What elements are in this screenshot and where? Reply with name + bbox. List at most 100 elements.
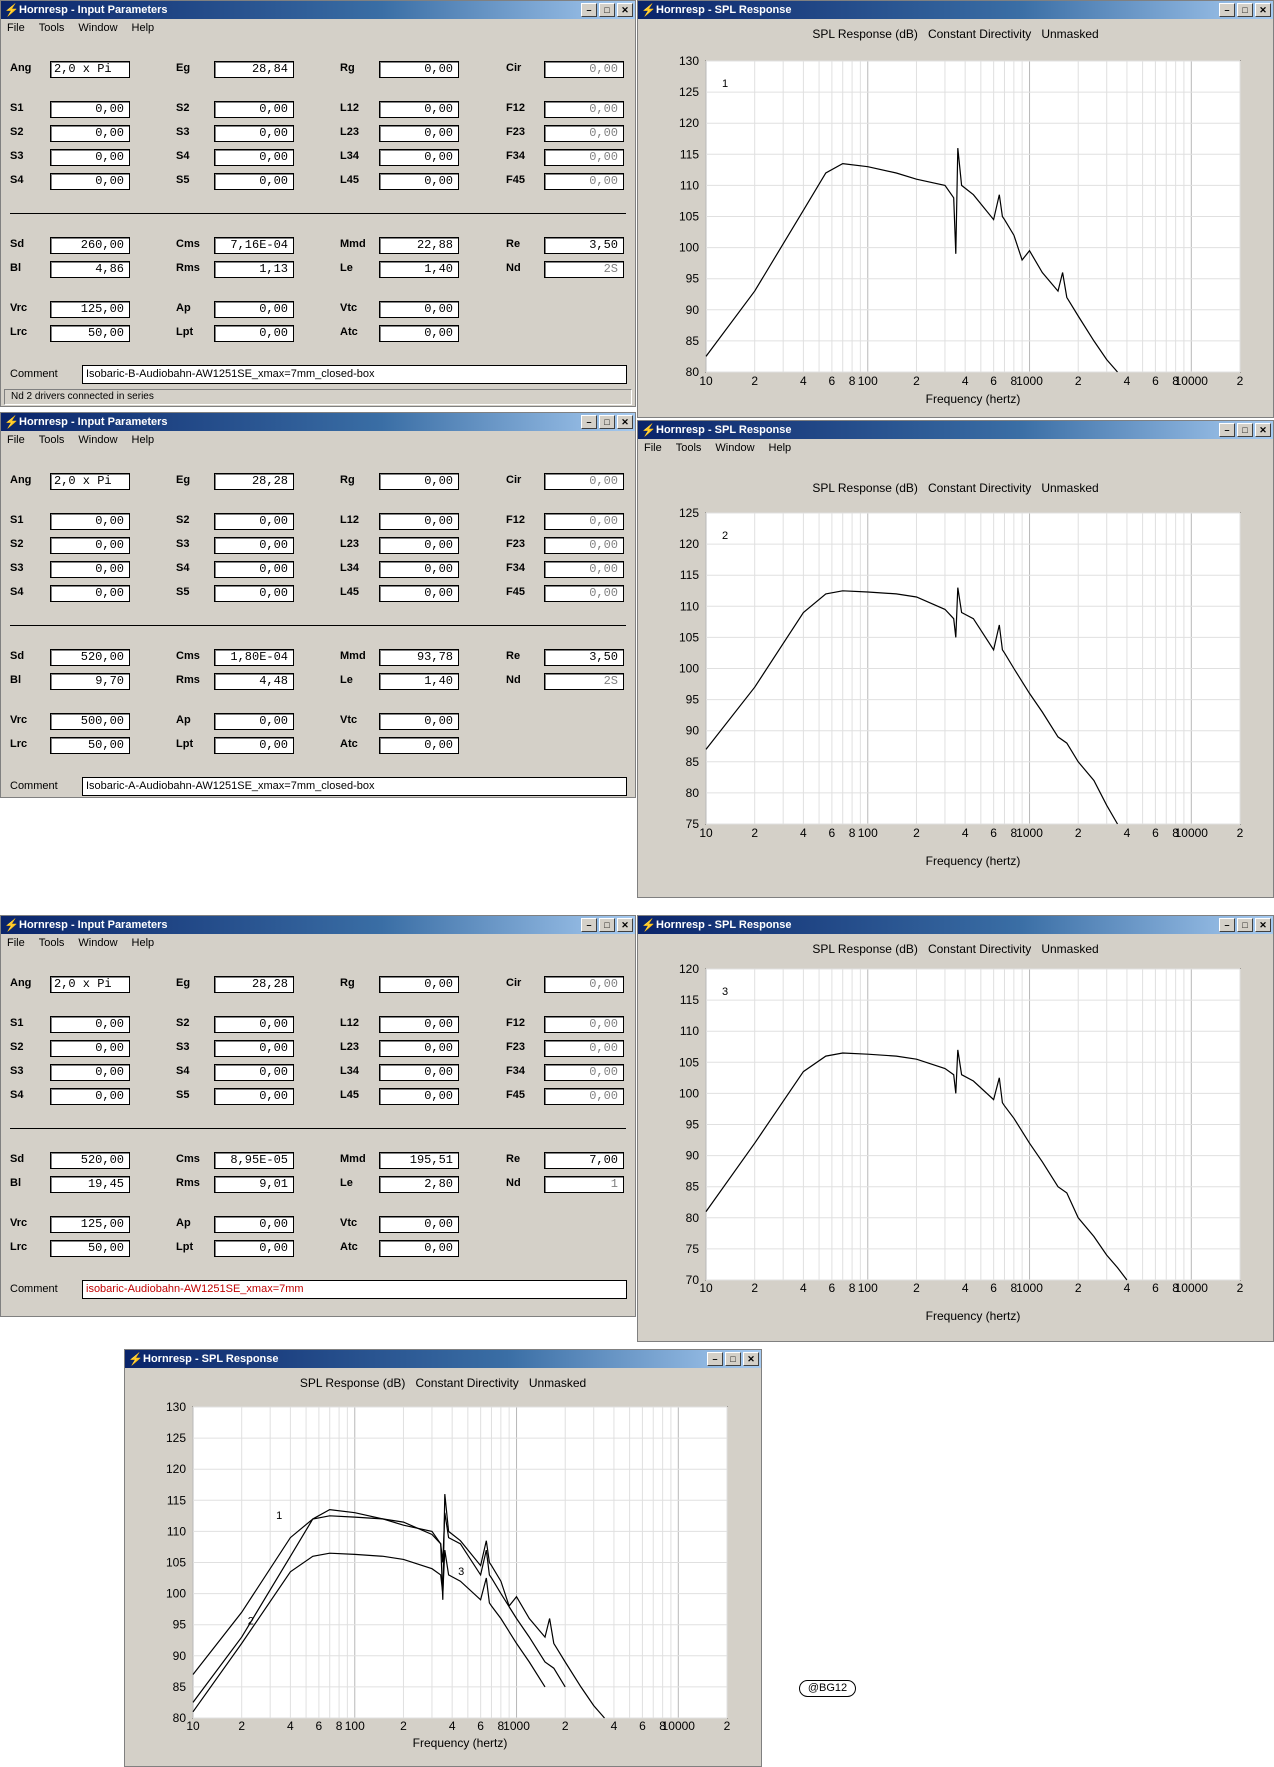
field-s1[interactable]: 0,00 [50, 513, 130, 530]
field-cms[interactable]: 7,16E-04 [214, 237, 294, 254]
field-s3[interactable]: 0,00 [50, 1064, 130, 1081]
field-s5[interactable]: 0,00 [214, 1088, 294, 1105]
field-re[interactable]: 3,50 [544, 649, 624, 666]
field-s4[interactable]: 0,00 [214, 149, 294, 166]
title-bar[interactable]: ⚡ Hornresp - Input Parameters – □ ✕ [1, 1, 635, 19]
close-button[interactable]: ✕ [617, 3, 633, 17]
field-s3[interactable]: 0,00 [50, 561, 130, 578]
field-f34[interactable]: 0,00 [544, 561, 624, 578]
field-f12[interactable]: 0,00 [544, 513, 624, 530]
field-l23[interactable]: 0,00 [379, 1040, 459, 1057]
field-s2[interactable]: 0,00 [50, 1040, 130, 1057]
field-s2[interactable]: 0,00 [50, 537, 130, 554]
field-s5[interactable]: 0,00 [214, 585, 294, 602]
field-sd[interactable]: 520,00 [50, 1152, 130, 1169]
field-l34[interactable]: 0,00 [379, 149, 459, 166]
minimize-button[interactable]: – [581, 415, 597, 429]
field-eg[interactable]: 28,84 [214, 61, 294, 78]
field-s3[interactable]: 0,00 [214, 125, 294, 142]
field-ap[interactable]: 0,00 [214, 1216, 294, 1233]
field-f23[interactable]: 0,00 [544, 1040, 624, 1057]
field-nd[interactable]: 1 [544, 1176, 624, 1193]
field-f45[interactable]: 0,00 [544, 585, 624, 602]
field-s4[interactable]: 0,00 [50, 173, 130, 190]
field-f23[interactable]: 0,00 [544, 537, 624, 554]
field-nd[interactable]: 2S [544, 261, 624, 278]
field-vtc[interactable]: 0,00 [379, 713, 459, 730]
field-l12[interactable]: 0,00 [379, 513, 459, 530]
field-l12[interactable]: 0,00 [379, 1016, 459, 1033]
maximize-button[interactable]: □ [599, 918, 615, 932]
menu-tools[interactable]: Tools [39, 934, 65, 953]
close-button[interactable]: ✕ [617, 918, 633, 932]
field-rms[interactable]: 9,01 [214, 1176, 294, 1193]
field-eg[interactable]: 28,28 [214, 976, 294, 993]
field-f45[interactable]: 0,00 [544, 1088, 624, 1105]
field-l34[interactable]: 0,00 [379, 561, 459, 578]
comment-field[interactable]: isobaric-Audiobahn-AW1251SE_xmax=7mm [82, 1280, 627, 1299]
field-f34[interactable]: 0,00 [544, 149, 624, 166]
field-bl[interactable]: 9,70 [50, 673, 130, 690]
field-l12[interactable]: 0,00 [379, 101, 459, 118]
field-ap[interactable]: 0,00 [214, 301, 294, 318]
menu-tools[interactable]: Tools [39, 19, 65, 38]
field-vtc[interactable]: 0,00 [379, 301, 459, 318]
field-lpt[interactable]: 0,00 [214, 1240, 294, 1257]
field-s4[interactable]: 0,00 [214, 561, 294, 578]
field-s4[interactable]: 0,00 [50, 1088, 130, 1105]
field-s2[interactable]: 0,00 [214, 101, 294, 118]
field-le[interactable]: 1,40 [379, 673, 459, 690]
field-l45[interactable]: 0,00 [379, 1088, 459, 1105]
field-ap[interactable]: 0,00 [214, 713, 294, 730]
field-mmd[interactable]: 93,78 [379, 649, 459, 666]
field-eg[interactable]: 28,28 [214, 473, 294, 490]
field-s3[interactable]: 0,00 [50, 149, 130, 166]
field-lrc[interactable]: 50,00 [50, 737, 130, 754]
minimize-button[interactable]: – [581, 918, 597, 932]
field-le[interactable]: 2,80 [379, 1176, 459, 1193]
field-s2[interactable]: 0,00 [214, 513, 294, 530]
menu-file[interactable]: File [7, 19, 25, 38]
menu-window[interactable]: Window [78, 934, 117, 953]
field-ang[interactable]: 2,0 x Pi [50, 473, 130, 490]
field-vtc[interactable]: 0,00 [379, 1216, 459, 1233]
title-bar[interactable]: ⚡ Hornresp - Input Parameters – □ ✕ [1, 413, 635, 431]
field-rg[interactable]: 0,00 [379, 473, 459, 490]
field-vrc[interactable]: 500,00 [50, 713, 130, 730]
comment-field[interactable]: Isobaric-A-Audiobahn-AW1251SE_xmax=7mm_c… [82, 777, 627, 796]
field-l45[interactable]: 0,00 [379, 173, 459, 190]
field-bl[interactable]: 19,45 [50, 1176, 130, 1193]
field-atc[interactable]: 0,00 [379, 737, 459, 754]
field-rg[interactable]: 0,00 [379, 976, 459, 993]
field-s4[interactable]: 0,00 [50, 585, 130, 602]
menu-file[interactable]: File [7, 934, 25, 953]
field-nd[interactable]: 2S [544, 673, 624, 690]
field-lpt[interactable]: 0,00 [214, 737, 294, 754]
menu-help[interactable]: Help [132, 19, 155, 38]
field-bl[interactable]: 4,86 [50, 261, 130, 278]
field-lrc[interactable]: 50,00 [50, 1240, 130, 1257]
field-rms[interactable]: 4,48 [214, 673, 294, 690]
maximize-button[interactable]: □ [599, 3, 615, 17]
field-s2[interactable]: 0,00 [50, 125, 130, 142]
field-l45[interactable]: 0,00 [379, 585, 459, 602]
field-f23[interactable]: 0,00 [544, 125, 624, 142]
menu-help[interactable]: Help [132, 934, 155, 953]
field-lrc[interactable]: 50,00 [50, 325, 130, 342]
field-sd[interactable]: 520,00 [50, 649, 130, 666]
comment-field[interactable]: Isobaric-B-Audiobahn-AW1251SE_xmax=7mm_c… [82, 365, 627, 384]
maximize-button[interactable]: □ [599, 415, 615, 429]
menu-window[interactable]: Window [78, 19, 117, 38]
field-atc[interactable]: 0,00 [379, 1240, 459, 1257]
field-s3[interactable]: 0,00 [214, 537, 294, 554]
field-atc[interactable]: 0,00 [379, 325, 459, 342]
field-le[interactable]: 1,40 [379, 261, 459, 278]
field-l23[interactable]: 0,00 [379, 537, 459, 554]
field-f45[interactable]: 0,00 [544, 173, 624, 190]
minimize-button[interactable]: – [581, 3, 597, 17]
field-s1[interactable]: 0,00 [50, 1016, 130, 1033]
field-rms[interactable]: 1,13 [214, 261, 294, 278]
field-l23[interactable]: 0,00 [379, 125, 459, 142]
field-re[interactable]: 7,00 [544, 1152, 624, 1169]
menu-file[interactable]: File [7, 431, 25, 450]
